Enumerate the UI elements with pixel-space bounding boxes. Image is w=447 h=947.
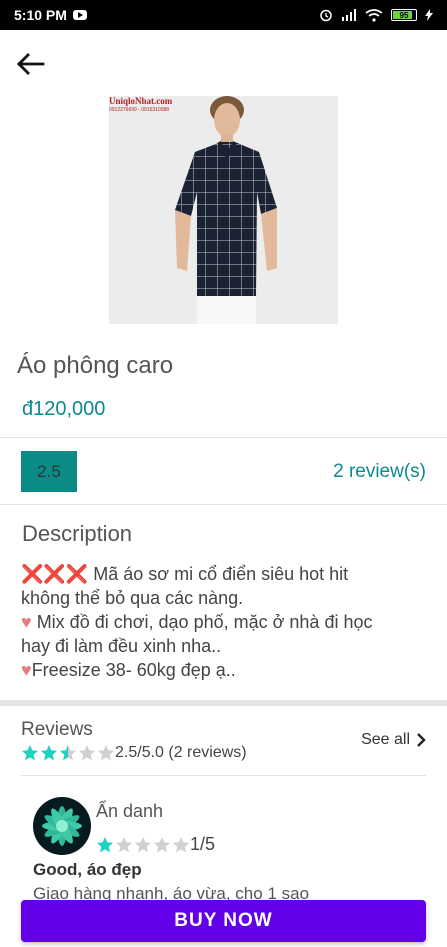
product-price: đ120,000 [22, 398, 106, 420]
divider [0, 504, 447, 505]
review-score: 1/5 [190, 834, 216, 854]
image-watermark-phone: 0912276699 - 0915310088 [109, 107, 170, 113]
buy-now-label: BUY NOW [174, 910, 273, 931]
review-rating-stars [96, 836, 190, 854]
battery-icon: 95 [391, 9, 417, 21]
battery-level: 95 [399, 10, 409, 20]
section-divider [0, 700, 447, 706]
signal-icon [342, 9, 356, 21]
review-count-link[interactable]: 2 review(s) [333, 461, 426, 483]
product-detail-screen: 5:10 PM 95 UniqloNhat.com 0912276699 - 0… [0, 0, 447, 947]
heart-icon: ♥ [21, 612, 32, 632]
description-text: ❌❌❌ Mã áo sơ mi cổ điển siêu hot hit khô… [21, 562, 433, 682]
wifi-icon [365, 8, 383, 22]
chevron-right-icon [417, 733, 426, 747]
reviews-title: Reviews [21, 719, 93, 740]
see-all-label: See all [361, 731, 410, 748]
product-image: UniqloNhat.com 0912276699 - 0915310088 [109, 96, 338, 324]
description-line: ♥Freesize 38- 60kg đẹp ạ.. [21, 658, 433, 682]
description-line-text: Freesize 38- 60kg đẹp ạ.. [31, 660, 236, 680]
description-line-text: Mã áo sơ mi cổ điển siêu hot hit [88, 564, 349, 584]
cross-mark-icon: ❌❌❌ [21, 564, 89, 584]
description-line-text: Mix đồ đi chơi, dạo phố, mặc ở nhà đi họ… [31, 612, 373, 632]
reviews-summary: 2.5/5.0 (2 reviews) [21, 744, 247, 762]
rating-badge: 2.5 [21, 451, 77, 492]
back-button[interactable] [12, 46, 48, 82]
reviews-summary-text: 2.5/5.0 (2 reviews) [115, 744, 247, 761]
charging-icon [425, 9, 433, 21]
star-icon [98, 745, 114, 761]
star-icon [135, 836, 151, 852]
buy-now-button[interactable]: BUY NOW [21, 900, 426, 942]
divider [0, 437, 447, 438]
lotus-avatar-icon [42, 806, 82, 846]
review-rating: 1/5 [96, 834, 215, 855]
description-line: ❌❌❌ Mã áo sơ mi cổ điển siêu hot hit [21, 562, 433, 586]
description-title: Description [22, 521, 133, 546]
product-name: Áo phông caro [17, 352, 174, 379]
rating-value: 2.5 [37, 461, 61, 481]
image-watermark-brand: UniqloNhat.com [109, 96, 173, 106]
average-rating-stars [21, 744, 115, 762]
star-icon [60, 745, 76, 761]
divider [21, 775, 426, 776]
star-icon [22, 745, 38, 761]
star-icon [41, 745, 57, 761]
reviewer-name: Ẩn danh [96, 801, 164, 821]
star-icon [173, 836, 189, 852]
heart-icon: ♥ [21, 660, 32, 680]
status-time: 5:10 PM [14, 7, 67, 23]
product-photo [109, 96, 338, 324]
star-icon [154, 836, 170, 852]
description-line: hay đi làm đều xinh nha.. [21, 636, 222, 656]
description-line: ♥ Mix đồ đi chơi, dạo phố, mặc ở nhà đi … [21, 610, 433, 634]
status-icons: 95 [319, 8, 433, 22]
see-all-button[interactable]: See all [361, 731, 426, 749]
review-headline: Good, áo đẹp [33, 860, 142, 879]
alarm-icon [320, 9, 332, 22]
description-line: không thể bỏ qua các nàng. [21, 588, 244, 608]
star-icon [116, 836, 132, 852]
avatar [33, 797, 91, 855]
arrow-left-icon [17, 53, 45, 75]
youtube-notification-icon [72, 10, 87, 20]
star-icon [79, 745, 95, 761]
status-bar: 5:10 PM 95 [0, 0, 447, 30]
star-icon [97, 836, 113, 852]
